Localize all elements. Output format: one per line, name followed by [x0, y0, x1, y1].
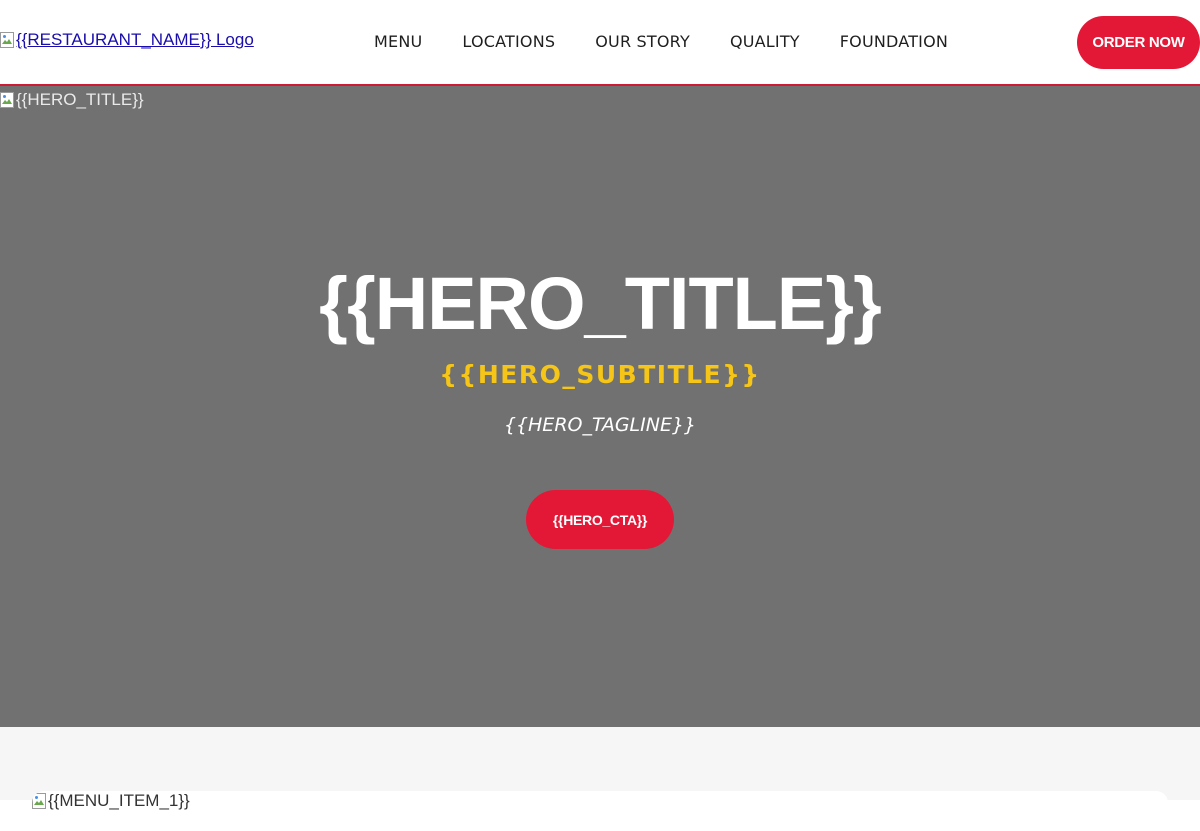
menu-section: {{MENU_ITEM_1}} — [0, 727, 1200, 831]
broken-image-icon — [0, 32, 14, 48]
nav-item-locations[interactable]: LOCATIONS — [462, 31, 555, 53]
nav-item-quality[interactable]: QUALITY — [730, 31, 800, 53]
nav-item-foundation[interactable]: FOUNDATION — [840, 31, 948, 53]
menu-item-image-alt-text: {{MENU_ITEM_1}} — [48, 791, 190, 810]
hero-tagline: {{HERO_TAGLINE}} — [503, 414, 697, 436]
order-now-button[interactable]: ORDER NOW — [1077, 16, 1200, 69]
main-nav: MENU LOCATIONS OUR STORY QUALITY FOUNDAT… — [374, 31, 948, 53]
hero-subtitle: {{HERO_SUBTITLE}} — [439, 360, 761, 389]
logo-link[interactable]: {{RESTAURANT_NAME}} Logo — [0, 30, 254, 50]
broken-image-icon — [0, 92, 14, 108]
hero-image-alt-text: {{HERO_TITLE}} — [16, 90, 144, 109]
menu-item-image: {{MENU_ITEM_1}} — [32, 791, 190, 811]
broken-image-icon — [32, 793, 46, 809]
hero-title: {{HERO_TITLE}} — [319, 262, 882, 345]
hero-cta-button[interactable]: {{HERO_CTA}} — [526, 490, 674, 549]
site-header: {{RESTAURANT_NAME}} Logo MENU LOCATIONS … — [0, 0, 1200, 86]
menu-item-card[interactable]: {{MENU_ITEM_1}} — [32, 791, 1168, 831]
logo-alt-text: {{RESTAURANT_NAME}} Logo — [16, 30, 254, 49]
nav-item-our-story[interactable]: OUR STORY — [595, 31, 690, 53]
hero-section: {{HERO_TITLE}} {{HERO_TITLE}} {{HERO_SUB… — [0, 86, 1200, 727]
nav-item-menu[interactable]: MENU — [374, 31, 422, 53]
hero-image: {{HERO_TITLE}} — [0, 90, 144, 110]
